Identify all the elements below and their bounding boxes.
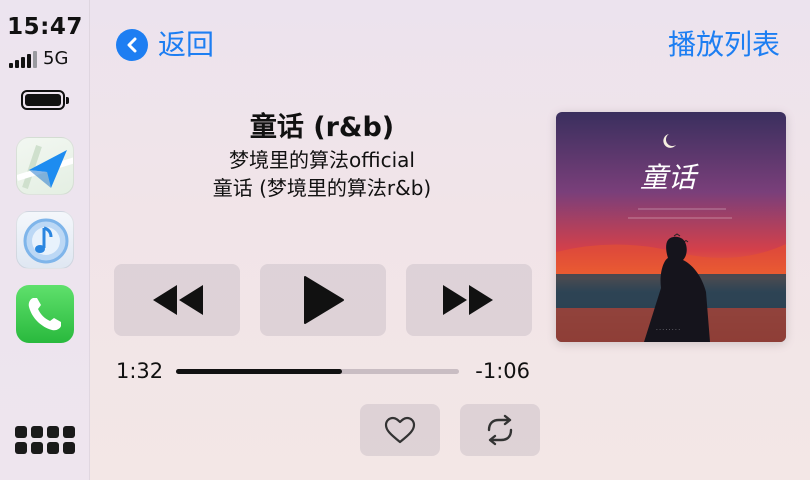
- album-artwork: 童话 · · · · · · · ·: [556, 112, 786, 342]
- carplay-sidebar: 15:47 5G: [0, 0, 90, 480]
- svg-text:· · · · · · · ·: · · · · · · · ·: [656, 327, 680, 333]
- play-button[interactable]: [260, 264, 386, 336]
- signal-strength-icon: [9, 51, 37, 68]
- progress-bar[interactable]: [176, 369, 459, 374]
- repeat-button[interactable]: [460, 404, 540, 456]
- play-icon: [304, 276, 344, 324]
- playlist-button[interactable]: 播放列表: [668, 26, 780, 64]
- back-label: 返回: [158, 28, 215, 61]
- remaining-time: -1:06: [475, 359, 530, 383]
- rewind-icon: [153, 285, 203, 315]
- progress-fill: [176, 369, 342, 374]
- status-clock: 15:47: [7, 14, 83, 40]
- network-type: 5G: [43, 48, 69, 69]
- album-name: 童话 (梦境里的算法r&b): [212, 176, 432, 200]
- like-button[interactable]: [360, 404, 440, 456]
- phone-app-icon[interactable]: [16, 285, 74, 343]
- artwork-title-text: 童话: [640, 161, 699, 194]
- song-title: 童话 (r&b): [249, 112, 395, 143]
- repeat-icon: [487, 414, 513, 446]
- back-button[interactable]: 返回: [116, 26, 214, 64]
- track-info: 童话 (r&b) 梦境里的算法official 童话 (梦境里的算法r&b): [112, 110, 532, 202]
- rewind-button[interactable]: [114, 264, 240, 336]
- maps-app-icon[interactable]: [16, 137, 74, 195]
- battery-icon: [21, 90, 69, 110]
- cellular-status: 5G: [9, 50, 68, 68]
- app-grid-icon[interactable]: [15, 426, 75, 456]
- music-app-icon[interactable]: [16, 211, 74, 269]
- heart-icon: [384, 416, 416, 444]
- fast-forward-icon: [443, 285, 493, 315]
- chevron-left-icon: [116, 29, 148, 61]
- fast-forward-button[interactable]: [406, 264, 532, 336]
- artist-name: 梦境里的算法official: [229, 148, 415, 172]
- elapsed-time: 1:32: [116, 359, 164, 383]
